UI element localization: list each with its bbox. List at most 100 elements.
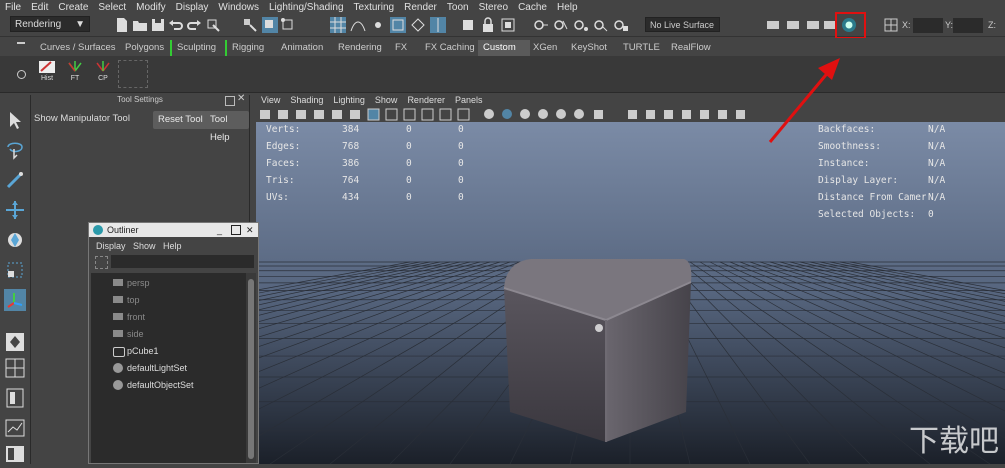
delete-history-button[interactable]: Hist [36, 59, 58, 87]
shelf-menu-icon[interactable] [17, 42, 25, 44]
menu-file[interactable]: File [0, 2, 26, 13]
outliner-menu-show[interactable]: Show [133, 241, 156, 251]
list-item-default-light-set[interactable]: defaultLightSet [127, 363, 187, 373]
tab-custom[interactable]: Custom [478, 40, 530, 56]
tab-realflow[interactable]: RealFlow [666, 40, 716, 56]
menu-cache[interactable]: Cache [513, 2, 552, 13]
menu-edit[interactable]: Edit [26, 2, 53, 13]
scrollbar-thumb[interactable] [248, 279, 254, 459]
menu-create[interactable]: Create [53, 2, 93, 13]
minimize-icon[interactable]: _ [217, 223, 222, 237]
menu-help[interactable]: Help [552, 2, 583, 13]
redo-icon[interactable] [186, 17, 202, 33]
outliner-titlebar[interactable]: Outliner _ ✕ [89, 223, 258, 237]
menu-windows[interactable]: Windows [213, 2, 264, 13]
center-pivot-button[interactable]: CP [92, 59, 114, 87]
attribute-editor-icon[interactable] [785, 17, 801, 33]
show-manipulator-tool-icon[interactable] [4, 289, 26, 311]
new-scene-icon[interactable] [114, 17, 130, 33]
selection-mask-icon[interactable] [205, 17, 221, 33]
y-field[interactable] [953, 18, 983, 33]
freeze-transform-button[interactable]: FT [64, 59, 86, 87]
snap-curve-icon[interactable] [350, 17, 366, 33]
select-by-component-icon[interactable] [280, 17, 296, 33]
outliner-menu-display[interactable]: Display [96, 241, 126, 251]
graph-layout-icon[interactable] [4, 417, 26, 439]
float-panel-icon[interactable] [225, 96, 235, 106]
hypershade-icon[interactable] [593, 17, 609, 33]
viewport-menu-shading[interactable]: Shading [285, 95, 328, 107]
paint-select-tool-icon[interactable] [4, 169, 26, 191]
render-view-icon[interactable] [613, 17, 629, 33]
tool-settings-toggle-icon[interactable] [805, 17, 821, 33]
snap-view-plane-icon[interactable] [390, 17, 406, 33]
menu-render[interactable]: Render [399, 2, 442, 13]
tab-fx-caching[interactable]: FX Caching [420, 40, 480, 56]
list-item-front[interactable]: front [127, 312, 145, 322]
menu-stereo[interactable]: Stereo [474, 2, 513, 13]
render-current-icon[interactable] [533, 17, 549, 33]
shelf-options-icon[interactable] [17, 70, 26, 79]
x-field[interactable] [913, 18, 943, 33]
list-item-default-object-set[interactable]: defaultObjectSet [127, 380, 194, 390]
scale-tool-icon[interactable] [4, 259, 26, 281]
render-settings-icon[interactable] [573, 17, 589, 33]
menu-texturing[interactable]: Texturing [349, 2, 400, 13]
construction-history-icon[interactable] [500, 17, 516, 33]
list-item-pcube1[interactable]: pCube1 [127, 346, 159, 356]
four-view-layout-icon[interactable] [4, 357, 26, 379]
tab-animation[interactable]: Animation [276, 40, 328, 56]
viewport-menu-view[interactable]: View [256, 95, 285, 107]
tab-xgen[interactable]: XGen [528, 40, 562, 56]
rotate-tool-icon[interactable] [4, 229, 26, 251]
outliner-search-input[interactable] [111, 255, 254, 268]
menu-display[interactable]: Display [171, 2, 214, 13]
channel-box-icon[interactable] [765, 17, 781, 33]
cube-mesh[interactable] [503, 259, 692, 442]
side-by-side-layout-icon[interactable] [4, 387, 26, 409]
make-live-icon[interactable] [410, 17, 426, 33]
tool-help-button[interactable]: Tool Help [205, 111, 249, 143]
viewport-3d[interactable]: Verts: 384 0 0 Edges: 768 0 0 Faces: 386… [256, 122, 1005, 464]
snap-point-icon[interactable] [370, 17, 386, 33]
sidebar-grid-icon[interactable] [883, 17, 899, 33]
viewport-toolbar-icons[interactable] [256, 107, 1005, 122]
tab-turtle[interactable]: TURTLE [618, 40, 665, 56]
viewport-menu-panels[interactable]: Panels [450, 95, 488, 107]
tab-curves-surfaces[interactable]: Curves / Surfaces [35, 40, 121, 56]
tab-rigging[interactable]: Rigging [225, 40, 269, 56]
outliner-scrollbar[interactable] [246, 273, 256, 463]
save-scene-icon[interactable] [150, 17, 166, 33]
tab-rendering[interactable]: Rendering [333, 40, 387, 56]
maximize-icon[interactable] [231, 225, 241, 235]
filter-icon[interactable] [95, 256, 108, 269]
list-item-persp[interactable]: persp [127, 278, 150, 288]
symmetry-icon[interactable] [430, 17, 446, 33]
undo-icon[interactable] [168, 17, 184, 33]
open-scene-icon[interactable] [132, 17, 148, 33]
tab-sculpting[interactable]: Sculpting [170, 40, 221, 56]
scene-canvas[interactable] [256, 122, 1005, 464]
tab-polygons[interactable]: Polygons [120, 40, 169, 56]
menu-lighting-shading[interactable]: Lighting/Shading [264, 2, 349, 13]
select-by-hierarchy-icon[interactable] [242, 17, 258, 33]
menu-modify[interactable]: Modify [131, 2, 170, 13]
single-view-layout-icon[interactable] [4, 331, 26, 353]
menu-select[interactable]: Select [93, 2, 131, 13]
outliner-layout-icon[interactable] [4, 443, 26, 465]
history-icon[interactable] [460, 17, 476, 33]
live-surface-field[interactable]: No Live Surface [645, 17, 720, 32]
menu-toon[interactable]: Toon [442, 2, 474, 13]
lasso-tool-icon[interactable] [4, 139, 26, 161]
select-by-object-icon[interactable] [262, 17, 278, 33]
tab-keyshot[interactable]: KeyShot [566, 40, 612, 56]
select-tool-icon[interactable] [4, 109, 26, 131]
lock-icon[interactable] [480, 17, 496, 33]
move-tool-icon[interactable] [4, 199, 26, 221]
list-item-side[interactable]: side [127, 329, 144, 339]
menu-set-dropdown[interactable]: Rendering ▼ [10, 16, 90, 32]
snap-grid-icon[interactable] [330, 17, 346, 33]
outliner-menu-help[interactable]: Help [163, 241, 182, 251]
viewport-menu-show[interactable]: Show [370, 95, 403, 107]
viewport-menu-renderer[interactable]: Renderer [402, 95, 450, 107]
